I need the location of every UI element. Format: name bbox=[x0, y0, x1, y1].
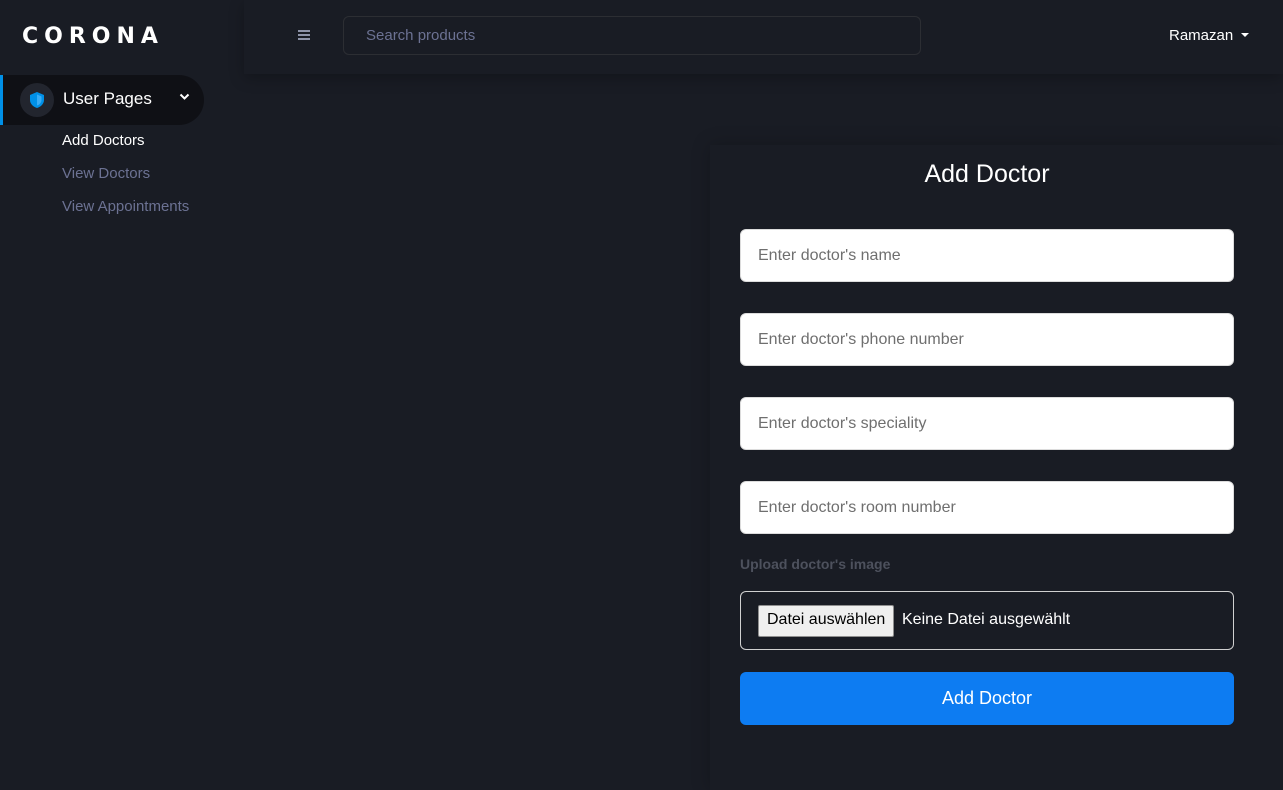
doctor-room-input[interactable] bbox=[740, 481, 1234, 534]
caret-down-icon[interactable] bbox=[1241, 33, 1249, 37]
upload-label: Upload doctor's image bbox=[740, 556, 891, 572]
menu-toggle-icon[interactable] bbox=[298, 30, 310, 40]
doctor-phone-input[interactable] bbox=[740, 313, 1234, 366]
sidebar-item-view-doctors[interactable]: View Doctors bbox=[62, 165, 150, 182]
sidebar-item-view-appointments[interactable]: View Appointments bbox=[62, 198, 189, 215]
shield-icon bbox=[20, 83, 54, 117]
doctor-speciality-input[interactable] bbox=[740, 397, 1234, 450]
sidebar: CORONA User Pages Add Doctors View Docto… bbox=[0, 0, 244, 790]
choose-file-button[interactable]: Datei auswählen bbox=[758, 605, 895, 637]
active-indicator bbox=[0, 75, 3, 125]
search-input[interactable] bbox=[343, 16, 921, 55]
chevron-down-icon[interactable] bbox=[179, 93, 190, 101]
add-doctor-button[interactable]: Add Doctor bbox=[740, 672, 1234, 725]
file-status-text: Keine Datei ausgewählt bbox=[902, 611, 1071, 628]
user-menu-name[interactable]: Ramazan bbox=[1169, 27, 1233, 44]
doctor-name-input[interactable] bbox=[740, 229, 1234, 282]
sidebar-section-label[interactable]: User Pages bbox=[63, 89, 152, 109]
sidebar-item-add-doctors[interactable]: Add Doctors bbox=[62, 132, 145, 149]
brand-logo[interactable]: CORONA bbox=[22, 24, 164, 49]
form-title: Add Doctor bbox=[924, 160, 1050, 188]
